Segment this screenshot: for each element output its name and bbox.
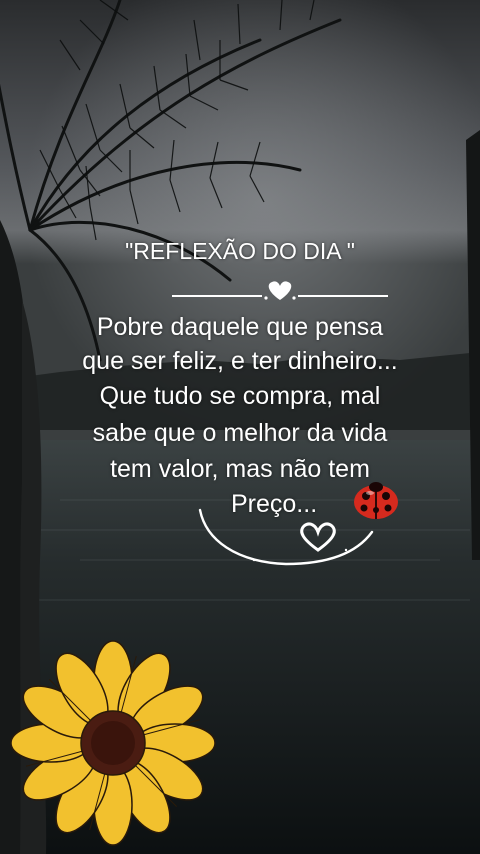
quote-line-4: sabe que o melhor da vida xyxy=(92,419,388,447)
quote-line-5: tem valor, mas não tem xyxy=(110,455,370,483)
quote-title: "REFLEXÃO DO DIA " xyxy=(125,238,355,264)
quote-line-1: Pobre daquele que pensa xyxy=(96,313,384,341)
heart-swirl-icon xyxy=(198,508,374,566)
sunflower-icon xyxy=(10,640,216,846)
photo-scene: "REFLEXÃO DO DIA " Pobre daquele que pen… xyxy=(0,0,480,854)
quote-line-3: Que tudo se compra, mal xyxy=(99,382,381,410)
quote-line-2: que ser feliz, e ter dinheiro... xyxy=(82,347,398,375)
heart-divider xyxy=(172,281,388,300)
